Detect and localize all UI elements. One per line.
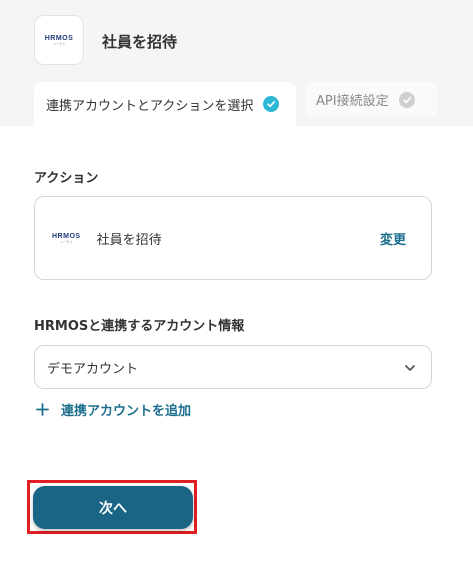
plus-icon xyxy=(36,403,49,416)
check-circle-icon xyxy=(398,91,415,108)
account-select[interactable]: デモアカウント xyxy=(34,345,432,389)
chevron-down-icon xyxy=(405,365,415,371)
action-card: HRMOS ハーモス 社員を招待 変更 xyxy=(34,196,432,280)
page-title: 社員を招待 xyxy=(102,33,178,51)
account-select-value: デモアカウント xyxy=(47,361,139,377)
hrmos-logo-text: HRMOS xyxy=(52,232,81,240)
add-account-label: 連携アカウントを追加 xyxy=(61,404,192,419)
action-name: 社員を招待 xyxy=(96,232,162,248)
action-section-label: アクション xyxy=(34,171,99,186)
add-account-link[interactable]: 連携アカウントを追加 xyxy=(36,400,191,419)
hrmos-logo-text: HRMOS xyxy=(44,34,74,42)
account-section-label: HRMOSと連携するアカウント情報 xyxy=(34,319,245,334)
tab-label: API接続設定 xyxy=(316,94,389,109)
hrmos-logo: HRMOS ハーモス xyxy=(45,35,74,46)
next-button[interactable]: 次へ xyxy=(33,486,193,529)
hrmos-logo: HRMOS ハーモス xyxy=(52,233,81,244)
tab-select-account-action[interactable]: 連携アカウントとアクションを選択 xyxy=(34,82,296,126)
tab-label: 連携アカウントとアクションを選択 xyxy=(46,98,254,114)
app-logo: HRMOS ハーモス xyxy=(34,15,84,65)
check-circle-icon xyxy=(263,96,280,112)
hrmos-logo-subtext: ハーモス xyxy=(52,41,65,46)
change-action-link[interactable]: 変更 xyxy=(380,229,406,248)
hrmos-logo-subtext: ハーモス xyxy=(60,239,73,244)
tab-api-settings[interactable]: API接続設定 xyxy=(305,82,437,117)
